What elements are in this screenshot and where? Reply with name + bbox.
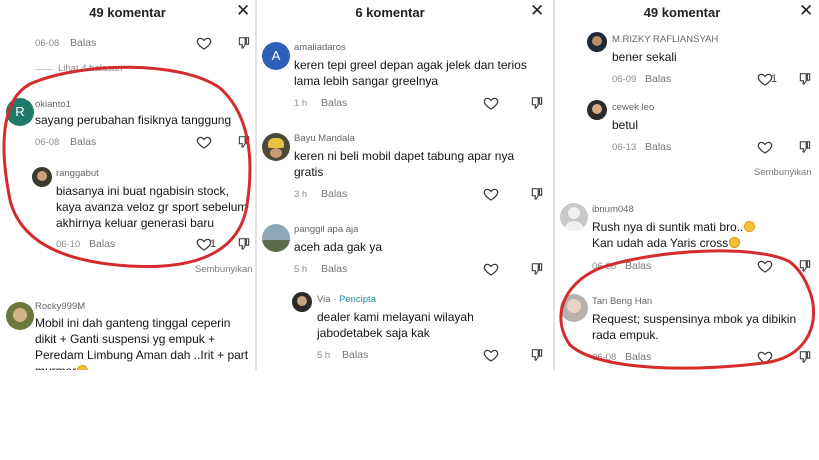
panel-title: 6 komentar [355,5,425,20]
comment-text: Rush nya di suntik mati bro.. Kan udah ad… [592,219,812,251]
comments-panel-1: 49 komentar ✕ 06-08 Balas Lihat 4 balasa… [0,0,255,370]
avatar[interactable] [292,292,312,312]
avatar[interactable] [587,32,607,52]
comment-date: 5 h [317,350,331,361]
heart-icon[interactable] [483,186,499,202]
comment-date: 3 h [294,189,308,200]
comment-text: keren ni beli mobil dapet tabung apar ny… [294,149,515,179]
comment-date: 06-08 [35,137,60,148]
comment-username[interactable]: Rocky999M [35,301,85,312]
avatar[interactable] [262,224,290,252]
like-count: 1 [771,73,778,85]
comment-username[interactable]: okianto1 [35,99,71,110]
reply-button[interactable]: Balas [70,37,96,49]
reply-button[interactable]: Balas [645,141,671,153]
heart-icon[interactable] [196,134,212,150]
avatar[interactable] [262,133,290,161]
panel-title: 49 komentar [89,5,166,20]
comment-username[interactable]: amaliadaros [294,42,346,53]
view-replies-link[interactable]: Lihat 4 balasan [58,63,122,74]
comment-date: 1 h [294,98,308,109]
comment-date: 06-13 [612,142,637,153]
heart-icon[interactable] [757,139,773,155]
dislike-icon[interactable] [237,237,251,251]
comment-text: sayang perubahan fisiknya tanggung [35,113,232,127]
hide-replies-link[interactable]: Sembunyikan [195,264,253,275]
heart-icon[interactable] [483,261,499,277]
author-badge: · Pencipta [333,294,376,305]
hide-replies-link[interactable]: Sembunyikan [754,167,812,178]
comment-username[interactable]: Via · Pencipta [317,294,376,305]
comments-panel-2: 6 komentar ✕ A amaliadaros keren tepi gr… [257,0,553,370]
heart-icon[interactable] [483,95,499,111]
dislike-icon[interactable] [237,135,251,149]
comments-panel-3: 49 komentar ✕ M.RIZKY RAFLIANSYAH bener … [555,0,819,370]
comment-username[interactable]: panggil apa aja [294,224,358,235]
heart-icon[interactable] [757,258,773,274]
comment-text: biasanya ini buat ngabisin stock, kaya a… [56,184,248,230]
avatar[interactable] [560,294,588,322]
dislike-icon[interactable] [530,187,544,201]
comment-text: keren tepi greel depan agak jelek dan te… [294,58,527,88]
heart-icon[interactable] [483,347,499,363]
avatar[interactable] [587,100,607,120]
heart-icon[interactable] [757,349,773,365]
panel-title: 49 komentar [643,5,721,20]
comment-username[interactable]: ibnum048 [592,204,634,215]
comment-text: Mobil ini dah ganteng tinggal ceperin di… [35,315,253,370]
avatar[interactable] [6,302,34,330]
comment-date: 06-10 [56,239,81,250]
comment-username[interactable]: Tan Beng Han [592,296,652,307]
avatar[interactable]: A [262,42,290,70]
grinning-emoji-icon [744,221,756,232]
dislike-icon[interactable] [798,350,812,364]
comment-username[interactable]: M.RIZKY RAFLIANSYAH [612,34,718,45]
reply-button[interactable]: Balas [625,260,651,272]
reply-button[interactable]: Balas [645,73,671,85]
comment-username[interactable]: Bayu Mandala [294,133,355,144]
dislike-icon[interactable] [798,259,812,273]
reply-button[interactable]: Balas [321,263,347,275]
reply-button[interactable]: Balas [625,351,651,363]
reply-button[interactable]: Balas [321,188,347,200]
close-icon[interactable]: ✕ [236,1,250,21]
avatar[interactable] [560,203,588,231]
reply-button[interactable]: Balas [321,97,347,109]
grinning-emoji-icon [77,365,89,370]
avatar[interactable]: R [6,98,34,126]
comment-date: 06-08 [35,38,60,49]
comment-date: 06-08 [592,352,617,363]
comment-text: bener sekali [612,50,677,64]
avatar[interactable] [32,167,52,187]
dislike-icon[interactable] [530,96,544,110]
reply-button[interactable]: Balas [342,349,368,361]
comment-username[interactable]: ranggabut [56,168,99,179]
comment-date: 06-08 [592,261,617,272]
close-icon[interactable]: ✕ [799,1,813,21]
like-count: 1 [210,238,217,250]
grinning-emoji-icon [729,237,741,248]
reply-button[interactable]: Balas [70,136,96,148]
reply-button[interactable]: Balas [89,238,115,250]
comment-text: dealer kami melayani wilayah jabodetabek… [317,310,474,340]
comment-username[interactable]: cewek leo [612,102,654,113]
dislike-icon[interactable] [530,262,544,276]
comment-text: aceh ada gak ya [294,240,383,254]
divider-line [35,69,53,70]
comment-date: 06-09 [612,74,637,85]
close-icon[interactable]: ✕ [530,1,544,21]
dislike-icon[interactable] [798,72,812,86]
comment-date: 5 h [294,264,308,275]
dislike-icon[interactable] [798,140,812,154]
comment-text: Request; suspensinya mbok ya dibikin rad… [592,312,797,342]
comment-text: betul [612,118,639,132]
dislike-icon[interactable] [237,36,251,50]
heart-icon[interactable] [196,35,212,51]
dislike-icon[interactable] [530,348,544,362]
